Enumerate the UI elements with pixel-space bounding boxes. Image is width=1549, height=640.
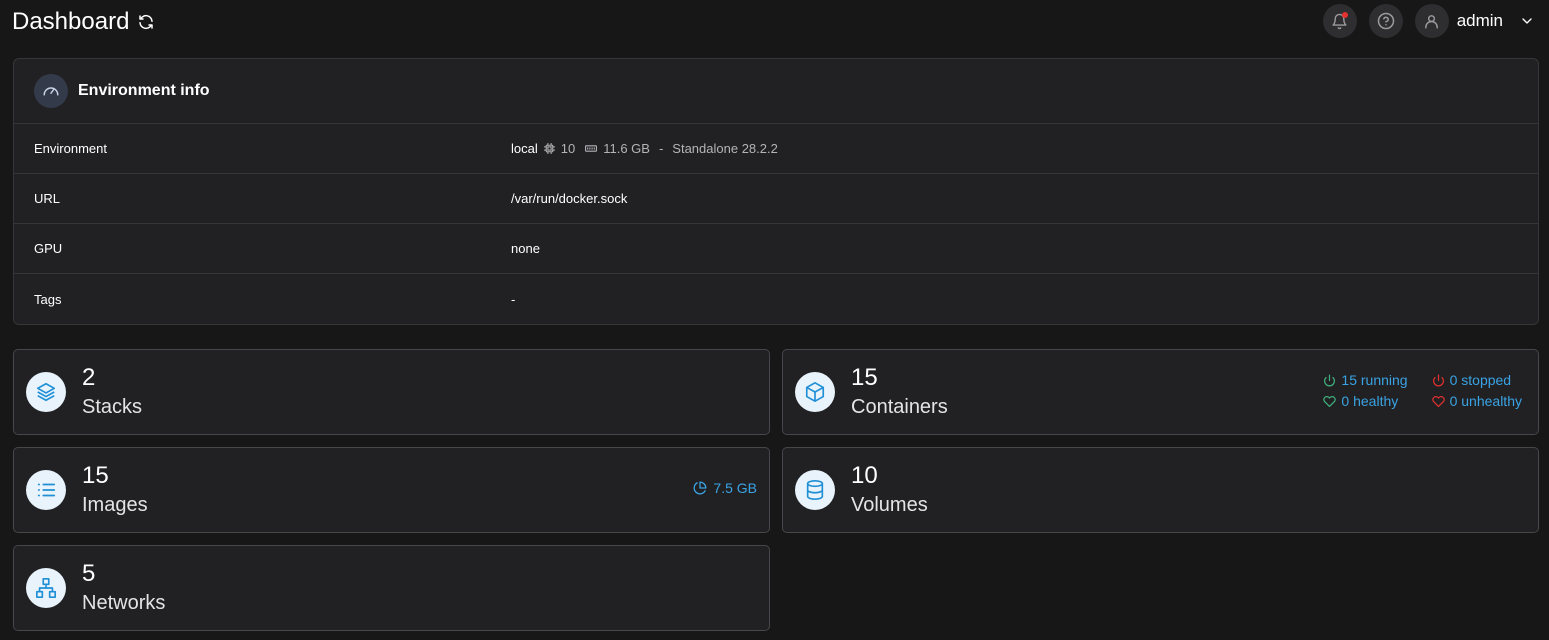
networks-card[interactable]: 5 Networks	[13, 545, 770, 631]
env-key: Tags	[34, 291, 62, 307]
images-card[interactable]: 15 Images 7.5 GB	[13, 447, 770, 533]
page-title-group: Dashboard	[12, 8, 155, 36]
cpu-icon	[543, 143, 555, 154]
images-label: Images	[82, 494, 148, 516]
containers-count: 15	[851, 364, 878, 391]
header-actions: admin	[1322, 3, 1535, 39]
networks-count: 5	[82, 560, 96, 587]
env-row-gpu: GPU none	[14, 224, 1538, 274]
cpu-count: 10	[560, 141, 576, 156]
env-key: URL	[34, 191, 61, 206]
environment-type: Standalone 28.2.2	[672, 141, 778, 156]
environment-name: local	[511, 141, 538, 156]
env-value: -	[511, 291, 516, 307]
notification-dot	[1341, 12, 1348, 18]
environment-info-header: Environment info	[14, 59, 1538, 124]
stacks-label: Stacks	[82, 396, 143, 418]
healthy-count: 0 healthy	[1341, 393, 1399, 409]
user-name: admin	[1456, 11, 1503, 30]
env-key: GPU	[34, 241, 63, 256]
user-menu[interactable]: admin	[1414, 4, 1535, 38]
power-icon	[1324, 373, 1336, 386]
running-status: 15 running	[1323, 372, 1408, 388]
stacks-count: 2	[82, 364, 96, 391]
volumes-count: 10	[851, 462, 878, 489]
containers-label: Containers	[851, 396, 948, 418]
environment-info-panel: Environment info Environment local 10 11…	[13, 58, 1539, 325]
unhealthy-status: 0 unhealthy	[1431, 393, 1522, 409]
page-header: Dashboard admin	[0, 0, 1549, 44]
refresh-icon[interactable]	[137, 13, 155, 31]
avatar	[1414, 4, 1449, 38]
images-size-value: 7.5 GB	[713, 480, 757, 496]
env-value: local 10 11.6 GB - Standalone 28.2.2	[511, 141, 778, 156]
volumes-label: Volumes	[851, 494, 928, 516]
stopped-count: 0 stopped	[1449, 372, 1512, 388]
images-count: 15	[82, 462, 109, 489]
help-button[interactable]	[1368, 4, 1403, 38]
separator: -	[658, 141, 664, 156]
database-icon	[795, 470, 835, 510]
layers-icon	[26, 372, 66, 412]
notifications-button[interactable]	[1322, 4, 1357, 38]
memory-icon	[585, 145, 598, 152]
heart-icon	[1323, 395, 1337, 407]
running-count: 15 running	[1341, 372, 1408, 388]
chevron-down-icon	[1522, 18, 1532, 24]
env-key: Environment	[34, 141, 107, 156]
environment-info-title: Environment info	[78, 82, 210, 99]
env-value: /var/run/docker.sock	[511, 191, 628, 206]
images-size: 7.5 GB	[693, 480, 757, 496]
heart-icon	[1431, 395, 1445, 407]
stopped-status: 0 stopped	[1432, 372, 1522, 388]
help-circle-icon	[1377, 12, 1394, 30]
volumes-card[interactable]: 10 Volumes	[782, 447, 1539, 533]
networks-label: Networks	[82, 592, 166, 614]
container-status-summary: 15 running 0 stopped 0 healthy 0 unhealt…	[1323, 372, 1522, 409]
stacks-card[interactable]: 2 Stacks	[13, 349, 770, 435]
network-icon	[26, 568, 66, 608]
healthy-status: 0 healthy	[1323, 393, 1407, 409]
env-row-url: URL /var/run/docker.sock	[14, 174, 1538, 224]
env-row-environment: Environment local 10 11.6 GB - Standalon…	[14, 124, 1538, 174]
memory-amount: 11.6 GB	[603, 141, 650, 156]
user-icon	[1425, 14, 1439, 29]
containers-card[interactable]: 15 Containers 15 running 0 stopped 0 hea…	[782, 349, 1539, 435]
gauge-icon	[34, 74, 68, 108]
env-value: none	[511, 241, 540, 256]
unhealthy-count: 0 unhealthy	[1449, 393, 1522, 409]
box-icon	[795, 372, 835, 412]
list-icon	[26, 470, 66, 510]
pie-chart-icon	[693, 481, 707, 495]
env-row-tags: Tags -	[14, 274, 1538, 324]
page-title: Dashboard	[12, 8, 130, 35]
power-icon	[1432, 373, 1444, 386]
